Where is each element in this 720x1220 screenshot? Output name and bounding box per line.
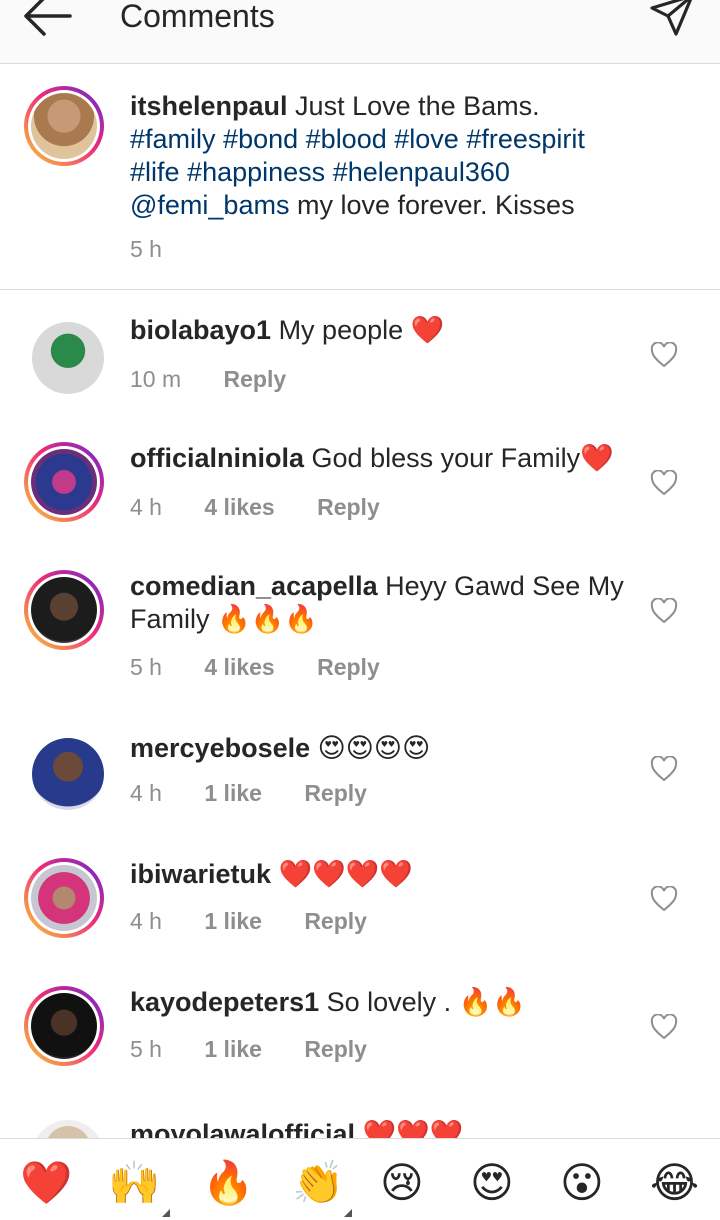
like-heart-icon[interactable] bbox=[650, 469, 678, 496]
skin-tone-indicator bbox=[162, 1209, 170, 1217]
comment-username[interactable]: officialniniola bbox=[130, 443, 304, 473]
comment-item: ibiwarietuk ❤️❤️❤️❤️ 4 h 1 like Reply bbox=[0, 858, 720, 986]
comment-time: 10 m bbox=[130, 366, 182, 392]
comment-likes[interactable]: 1 like bbox=[204, 780, 262, 807]
caption-author-avatar[interactable] bbox=[24, 86, 104, 166]
caption-lead: Just Love the Bams. bbox=[295, 91, 540, 121]
hashtag[interactable]: #life bbox=[130, 157, 180, 187]
comment-likes[interactable]: 1 like bbox=[204, 1036, 262, 1063]
reaction-fire[interactable]: 🔥 bbox=[202, 1159, 254, 1207]
comment-likes[interactable]: 4 likes bbox=[204, 494, 274, 521]
comment-meta: 4 h 4 likes Reply bbox=[130, 494, 416, 521]
comment-body: ❤️❤️❤️ bbox=[362, 1119, 464, 1138]
reaction-surprised[interactable]: 😮 bbox=[560, 1159, 604, 1207]
caption-username[interactable]: itshelenpaul bbox=[130, 91, 288, 121]
like-heart-icon[interactable] bbox=[650, 597, 678, 624]
comment-username[interactable]: comedian_acapella bbox=[130, 571, 378, 601]
comment-item: comedian_acapella Heyy Gawd See My Famil… bbox=[0, 570, 720, 698]
top-bar: Comments bbox=[0, 0, 720, 64]
reaction-clapping[interactable]: 👏 bbox=[292, 1159, 344, 1207]
mention[interactable]: @femi_bams bbox=[130, 190, 289, 220]
page-title: Comments bbox=[120, 0, 275, 34]
comment-time: 4 h bbox=[130, 908, 162, 934]
back-arrow-icon[interactable] bbox=[20, 0, 76, 40]
comment-body: 😍😍😍😍 bbox=[317, 733, 431, 763]
hashtag[interactable]: #family bbox=[130, 124, 216, 154]
avatar[interactable] bbox=[24, 986, 104, 1066]
comment-text: comedian_acapella Heyy Gawd See My Famil… bbox=[130, 570, 630, 636]
hashtag[interactable]: #freespirit bbox=[466, 124, 585, 154]
like-heart-icon[interactable] bbox=[650, 341, 678, 368]
comment-time: 5 h bbox=[130, 654, 162, 680]
comment-body: ❤️❤️❤️❤️ bbox=[278, 859, 414, 889]
comment-meta: 5 h 1 like Reply bbox=[130, 1036, 403, 1063]
comment-text: moyolawalofficial ❤️❤️❤️ bbox=[130, 1118, 630, 1138]
avatar[interactable] bbox=[32, 1120, 104, 1138]
like-heart-icon[interactable] bbox=[650, 755, 678, 782]
comment-item: kayodepeters1 So lovely . 🔥🔥 5 h 1 like … bbox=[0, 986, 720, 1114]
reply-button[interactable]: Reply bbox=[317, 494, 380, 521]
comment-item: moyolawalofficial ❤️❤️❤️ bbox=[0, 1116, 720, 1138]
hashtag[interactable]: #helenpaul360 bbox=[333, 157, 510, 187]
like-heart-icon[interactable] bbox=[650, 885, 678, 912]
caption-tail: my love forever. Kisses bbox=[296, 190, 575, 220]
comment-username[interactable]: biolabayo1 bbox=[130, 315, 271, 345]
comment-text: mercyebosele 😍😍😍😍 bbox=[130, 732, 630, 765]
direct-send-icon[interactable] bbox=[646, 0, 698, 42]
comment-username[interactable]: kayodepeters1 bbox=[130, 987, 319, 1017]
comment-item: biolabayo1 My people ❤️ 10 m Reply bbox=[0, 314, 720, 442]
avatar[interactable] bbox=[24, 570, 104, 650]
comment-body: God bless your Family❤️ bbox=[311, 443, 614, 473]
hashtag[interactable]: #love bbox=[394, 124, 459, 154]
comment-item: mercyebosele 😍😍😍😍 4 h 1 like Reply bbox=[0, 732, 720, 860]
caption-timestamp: 5 h bbox=[130, 236, 162, 262]
reply-button[interactable]: Reply bbox=[304, 780, 367, 807]
comment-time: 5 h bbox=[130, 1036, 162, 1062]
avatar[interactable] bbox=[32, 738, 104, 810]
reply-button[interactable]: Reply bbox=[304, 1036, 367, 1063]
comment-body: So lovely . 🔥🔥 bbox=[326, 987, 526, 1017]
quick-reaction-bar: ❤️ 🙌 🔥 👏 😢 😍 😮 😂 bbox=[0, 1138, 720, 1220]
comment-likes[interactable]: 4 likes bbox=[204, 654, 274, 681]
comment-body: My people ❤️ bbox=[278, 315, 445, 345]
hashtag[interactable]: #bond bbox=[223, 124, 298, 154]
avatar[interactable] bbox=[24, 442, 104, 522]
like-heart-icon[interactable] bbox=[650, 1013, 678, 1040]
comment-text: ibiwarietuk ❤️❤️❤️❤️ bbox=[130, 858, 630, 891]
avatar[interactable] bbox=[32, 322, 104, 394]
comment-text: biolabayo1 My people ❤️ bbox=[130, 314, 630, 347]
comment-likes[interactable]: 1 like bbox=[204, 908, 262, 935]
comment-time: 4 h bbox=[130, 780, 162, 806]
post-caption: itshelenpaul Just Love the Bams. #family… bbox=[0, 64, 720, 290]
comment-username[interactable]: mercyebosele bbox=[130, 733, 310, 763]
hashtag[interactable]: #blood bbox=[306, 124, 387, 154]
comment-time: 4 h bbox=[130, 494, 162, 520]
comment-username[interactable]: ibiwarietuk bbox=[130, 859, 271, 889]
reply-button[interactable]: Reply bbox=[317, 654, 380, 681]
comment-meta: 4 h 1 like Reply bbox=[130, 780, 403, 807]
comment-meta: 5 h 4 likes Reply bbox=[130, 654, 416, 681]
reaction-raised-hands[interactable]: 🙌 bbox=[108, 1159, 160, 1207]
avatar[interactable] bbox=[24, 858, 104, 938]
caption-text: itshelenpaul Just Love the Bams. #family… bbox=[130, 90, 700, 222]
skin-tone-indicator bbox=[344, 1209, 352, 1217]
reaction-heart[interactable]: ❤️ bbox=[20, 1159, 72, 1207]
reply-button[interactable]: Reply bbox=[304, 908, 367, 935]
comment-text: officialniniola God bless your Family❤️ bbox=[130, 442, 630, 475]
reaction-crying[interactable]: 😢 bbox=[380, 1159, 424, 1207]
comment-meta: 10 m Reply bbox=[130, 366, 322, 393]
comment-item: officialniniola God bless your Family❤️ … bbox=[0, 442, 720, 570]
hashtag[interactable]: #happiness bbox=[187, 157, 325, 187]
comment-username[interactable]: moyolawalofficial bbox=[130, 1119, 355, 1138]
reply-button[interactable]: Reply bbox=[224, 366, 287, 393]
comment-text: kayodepeters1 So lovely . 🔥🔥 bbox=[130, 986, 630, 1019]
comment-meta: 4 h 1 like Reply bbox=[130, 908, 403, 935]
reaction-heart-eyes[interactable]: 😍 bbox=[470, 1159, 514, 1207]
reaction-laughing[interactable]: 😂 bbox=[650, 1159, 699, 1207]
